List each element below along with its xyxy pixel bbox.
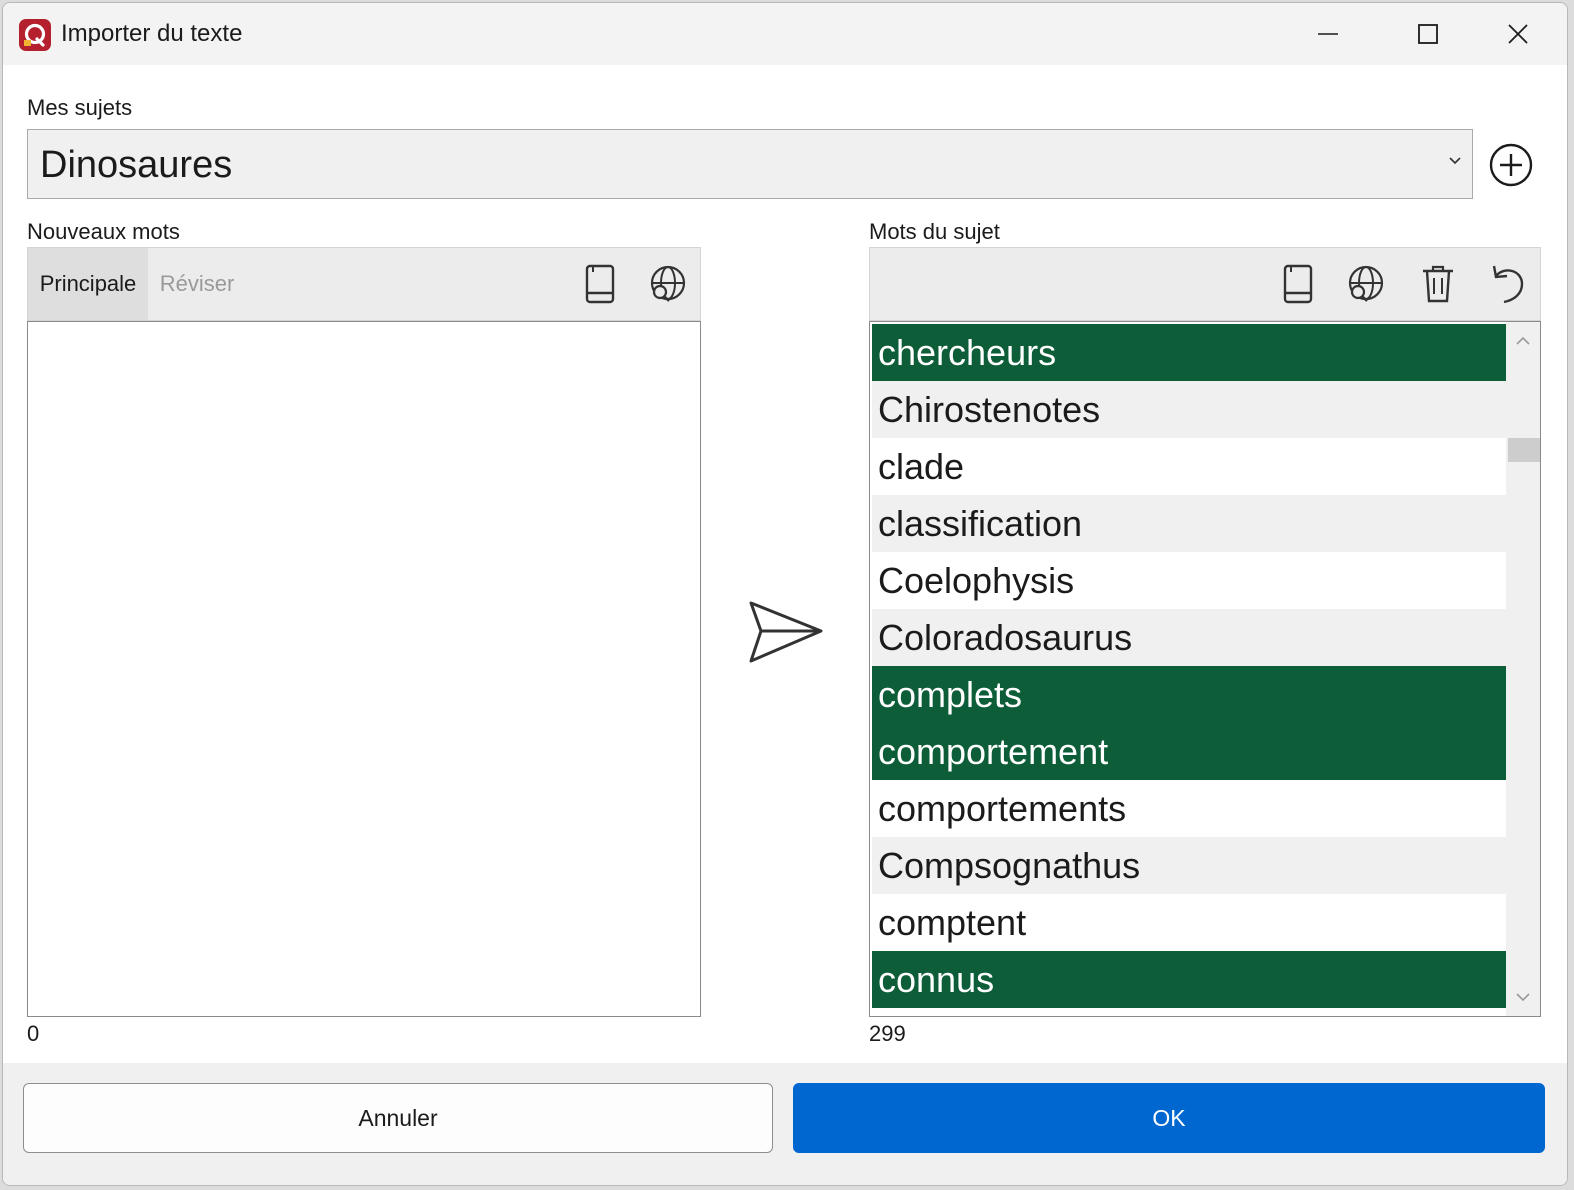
subject-words-count: 299 — [869, 1021, 906, 1046]
list-item[interactable]: Chirostenotes — [872, 381, 1506, 438]
web-search-icon — [1348, 265, 1384, 302]
cancel-button[interactable]: Annuler — [23, 1083, 773, 1153]
list-item[interactable]: complets — [872, 666, 1506, 723]
subjects-label: Mes sujets — [27, 95, 133, 120]
maximize-button[interactable] — [1383, 3, 1473, 65]
subject-words-dictionary-button[interactable] — [1276, 262, 1320, 306]
add-subject-button[interactable] — [1487, 141, 1535, 189]
chevron-down-icon — [1449, 157, 1461, 165]
list-item[interactable]: chercheurs — [872, 324, 1506, 381]
maximize-icon — [1418, 24, 1438, 44]
new-words-dictionary-button[interactable] — [578, 262, 622, 306]
trash-icon — [1423, 265, 1453, 303]
list-item[interactable]: comptent — [872, 894, 1506, 951]
close-button[interactable] — [1473, 3, 1563, 65]
list-item[interactable]: Coelophysis — [872, 552, 1506, 609]
list-item[interactable]: Coloradosaurus — [872, 609, 1506, 666]
window-title: Importer du texte — [61, 20, 243, 47]
send-arrow-icon — [749, 601, 823, 663]
delete-words-button[interactable] — [1416, 262, 1460, 306]
chevron-down-icon — [1516, 993, 1530, 1002]
subject-select[interactable]: Dinosaures — [27, 129, 1473, 199]
book-icon — [585, 264, 615, 304]
list-item[interactable]: connus — [872, 951, 1506, 1008]
subject-words-label: Mots du sujet — [869, 219, 1000, 244]
list-item[interactable]: comportements — [872, 780, 1506, 837]
ok-button[interactable]: OK — [793, 1083, 1545, 1153]
new-words-web-search-button[interactable] — [646, 262, 690, 306]
transfer-button[interactable] — [745, 595, 825, 675]
undo-button[interactable] — [1486, 262, 1530, 306]
book-icon — [1283, 264, 1313, 304]
list-scrollbar[interactable] — [1506, 322, 1540, 1016]
subject-words-items: chercheurs Chirostenotes clade classificati… — [872, 324, 1506, 1008]
scroll-down-button[interactable] — [1506, 982, 1540, 1012]
list-item[interactable]: clade — [872, 438, 1506, 495]
subject-words-web-search-button[interactable] — [1344, 262, 1388, 306]
app-logo-icon — [19, 19, 51, 51]
tab-reviser[interactable]: Réviser — [148, 248, 246, 320]
scroll-thumb[interactable] — [1508, 438, 1540, 462]
list-item[interactable]: comportement — [872, 723, 1506, 780]
minimize-icon — [1318, 33, 1338, 35]
title-bar: Importer du texte — [3, 3, 1567, 65]
subject-select-value: Dinosaures — [40, 144, 233, 186]
new-words-textarea[interactable] — [27, 321, 701, 1017]
tab-principale[interactable]: Principale — [28, 248, 148, 320]
list-item[interactable]: Compsognathus — [872, 837, 1506, 894]
scroll-up-button[interactable] — [1506, 326, 1540, 356]
plus-circle-icon — [1489, 143, 1533, 187]
import-text-dialog: Importer du texte Mes sujets Dinosaures — [2, 2, 1568, 1186]
new-words-count: 0 — [27, 1021, 40, 1046]
list-item[interactable]: classification — [872, 495, 1506, 552]
undo-icon — [1492, 265, 1524, 304]
minimize-button[interactable] — [1283, 3, 1373, 65]
close-icon — [1508, 24, 1528, 44]
chevron-up-icon — [1516, 336, 1530, 345]
subject-words-list[interactable]: chercheurs Chirostenotes clade classificati… — [869, 321, 1541, 1017]
new-words-label: Nouveaux mots — [27, 219, 180, 244]
web-search-icon — [650, 265, 686, 302]
subject-words-toolbar — [869, 247, 1541, 321]
dialog-footer: Annuler OK — [3, 1063, 1567, 1185]
new-words-toolbar: Principale Réviser — [27, 247, 701, 321]
